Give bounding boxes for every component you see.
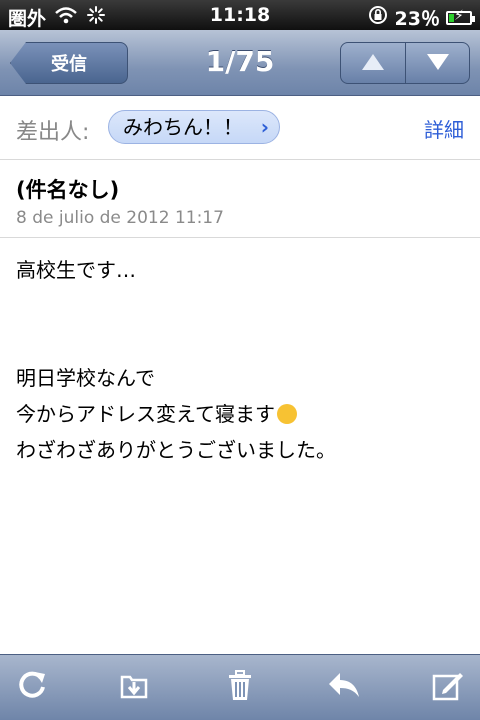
body-line: 明日学校なんで <box>16 366 155 390</box>
refresh-icon <box>15 668 49 706</box>
message-date: 8 de julio de 2012 11:17 <box>16 208 224 228</box>
body-line-with-emoji: 今からアドレス変えて寝ます <box>16 396 466 432</box>
trash-icon <box>225 668 255 706</box>
navigation-bar: 受信 1/75 <box>0 30 480 96</box>
rotation-lock-icon <box>367 4 389 31</box>
pensive-face-emoji-icon <box>277 404 297 424</box>
charging-bolt-icon: ⚡ <box>454 7 464 24</box>
delete-button[interactable] <box>220 669 260 705</box>
up-arrow-icon <box>361 48 385 78</box>
next-message-button[interactable] <box>405 43 469 83</box>
bottom-toolbar <box>0 654 480 720</box>
compose-icon <box>431 668 465 706</box>
compose-button[interactable] <box>428 669 468 705</box>
previous-message-button[interactable] <box>341 43 405 83</box>
down-arrow-icon <box>426 48 450 78</box>
sender-row: 差出人: みわちん！！ › 詳細 <box>0 96 480 160</box>
move-to-folder-icon <box>117 668 151 706</box>
move-to-folder-button[interactable] <box>114 669 154 705</box>
body-blank-line <box>16 288 466 324</box>
battery-icon: ⚡ <box>446 7 475 25</box>
status-bar: 圏外 11:18 23％ ⚡ <box>0 0 480 30</box>
body-line-text: 今からアドレス変えて寝ます <box>16 402 275 426</box>
battery-percent: 23％ <box>394 8 440 30</box>
sender-name: みわちん！！ <box>123 115 243 139</box>
refresh-button[interactable] <box>12 669 52 705</box>
body-line: 高校生です… <box>16 258 136 282</box>
status-right: 23％ ⚡ <box>367 4 475 31</box>
sender-label: 差出人: <box>16 120 90 145</box>
message-header: (件名なし) 8 de julio de 2012 11:17 <box>0 160 480 238</box>
chevron-right-icon: › <box>260 115 269 139</box>
body-blank-line <box>16 324 466 360</box>
details-link[interactable]: 詳細 <box>424 114 464 143</box>
message-navigation-control <box>340 42 470 84</box>
reply-icon <box>326 670 362 704</box>
reply-button[interactable] <box>324 669 364 705</box>
message-body: 高校生です… 明日学校なんで 今からアドレス変えて寝ます わざわざありがとうござ… <box>16 252 466 468</box>
sender-chip[interactable]: みわちん！！ › <box>108 110 280 144</box>
message-subject: (件名なし) <box>16 178 120 202</box>
body-line: わざわざありがとうございました。 <box>16 438 336 462</box>
